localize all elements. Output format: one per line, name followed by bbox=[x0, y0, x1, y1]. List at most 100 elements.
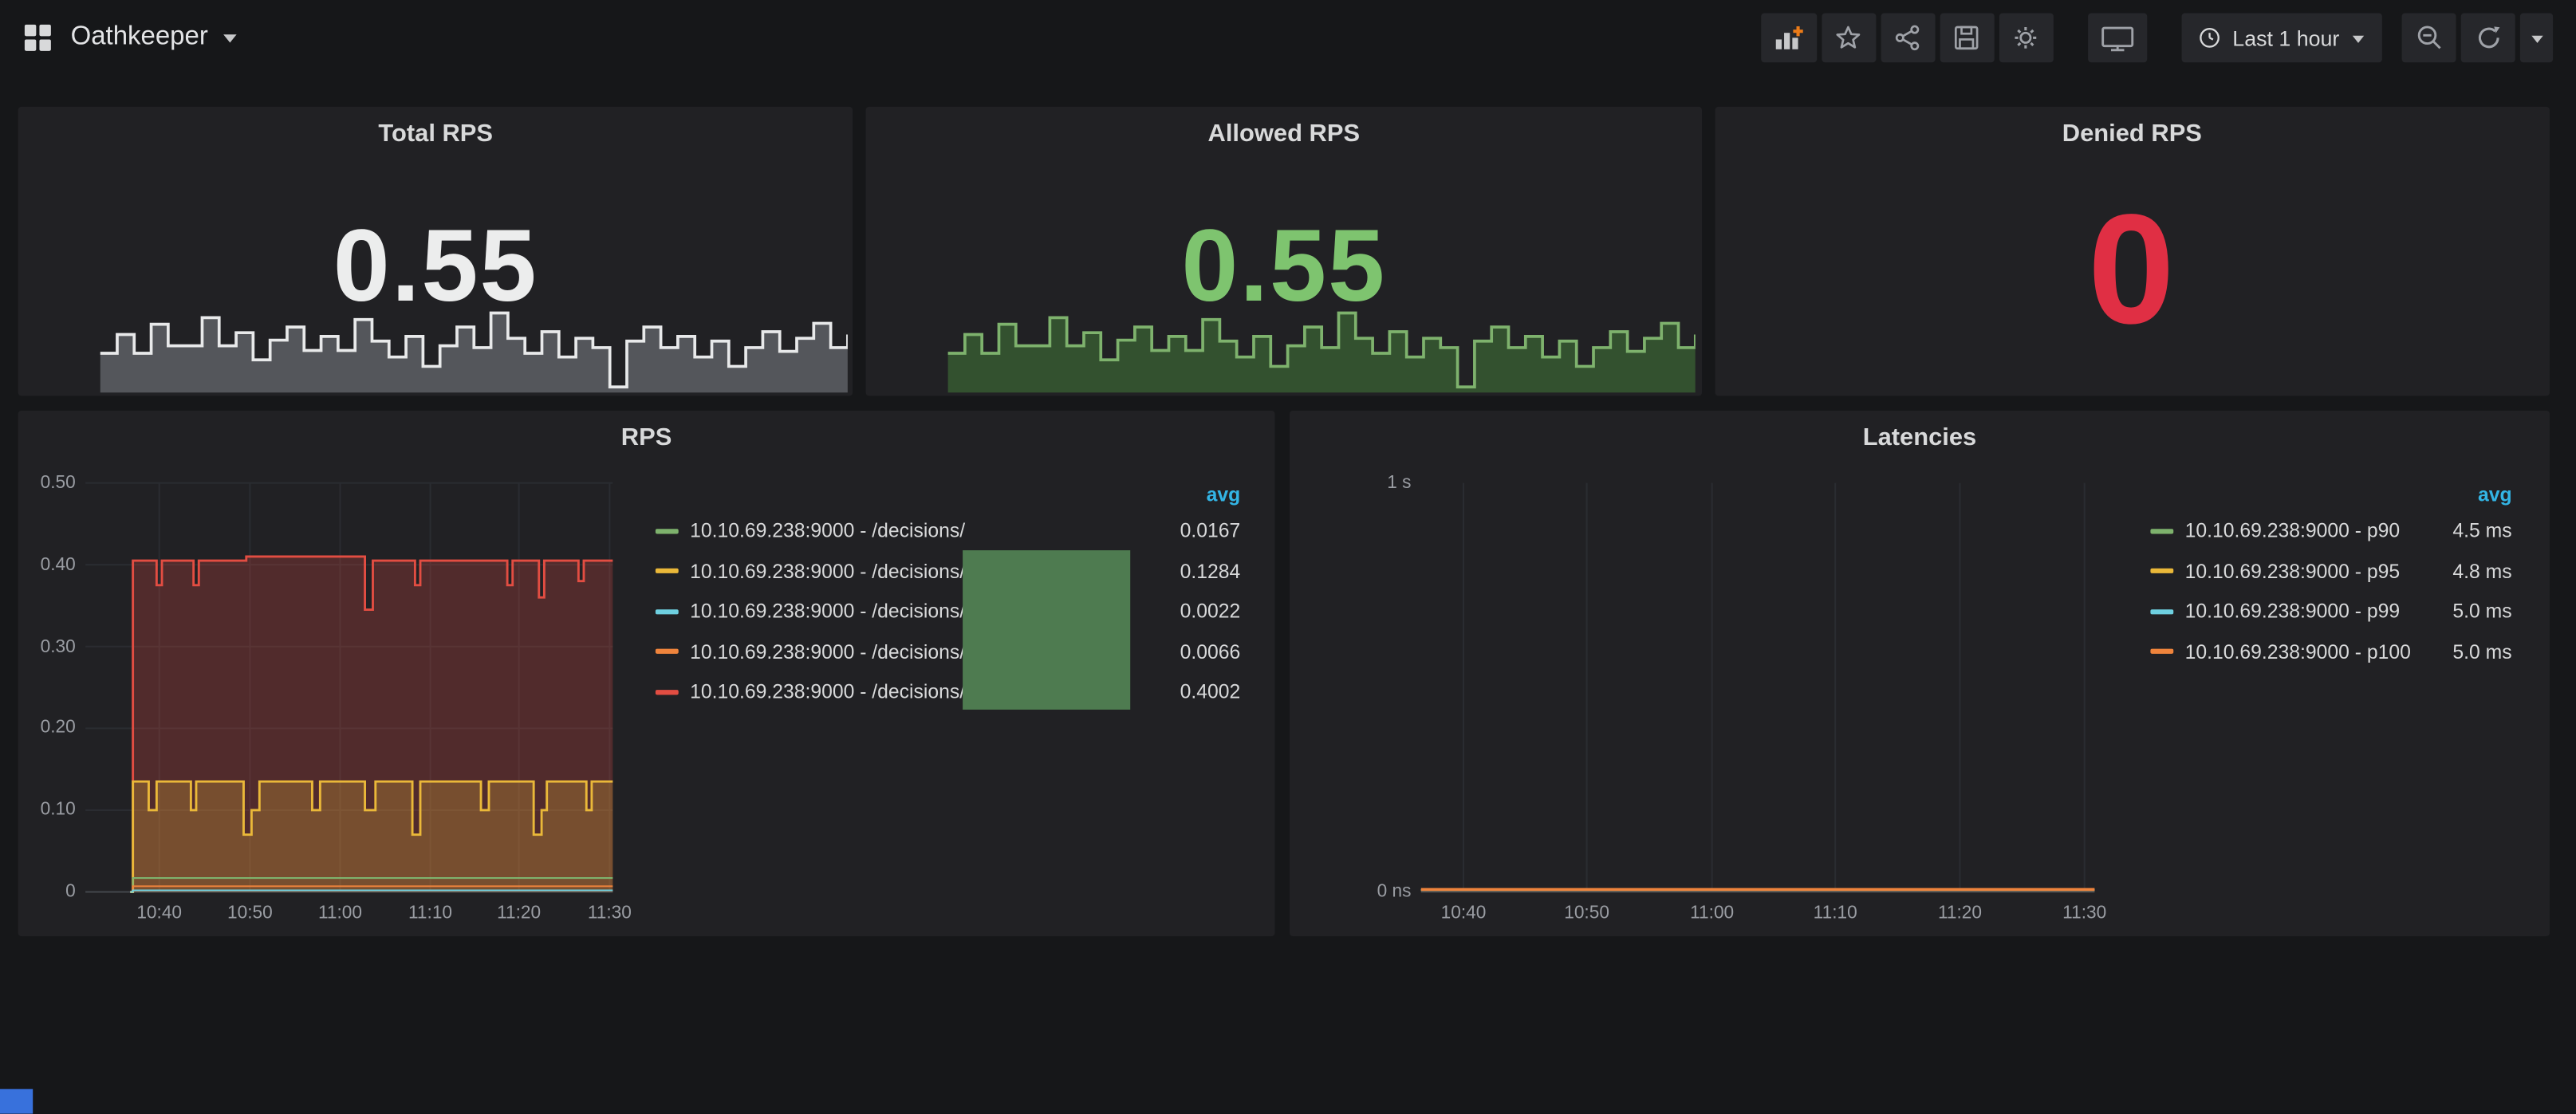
dashboard-title[interactable]: Oathkeeper bbox=[71, 23, 238, 53]
series-color-dash bbox=[656, 690, 679, 695]
legend-avg-value: 0.1284 bbox=[1180, 560, 1241, 583]
panel-title[interactable]: Latencies bbox=[1290, 411, 2550, 451]
x-axis-tick: 11:30 bbox=[573, 903, 646, 923]
series-color-dash bbox=[2150, 569, 2173, 573]
caret-down-icon bbox=[221, 31, 238, 44]
y-axis-tick: 0.50 bbox=[18, 473, 76, 493]
clock-icon bbox=[2198, 26, 2221, 49]
x-axis-tick: 11:30 bbox=[2048, 903, 2121, 923]
series-color-dash bbox=[2150, 609, 2173, 614]
sparkline-chart bbox=[100, 299, 849, 392]
panel-title[interactable]: Total RPS bbox=[18, 107, 853, 148]
legend-avg-value: 0.0167 bbox=[1180, 519, 1241, 542]
legend-avg-value: 0.0022 bbox=[1180, 600, 1241, 623]
y-axis-tick: 0.10 bbox=[18, 801, 76, 821]
legend-header-row: avg bbox=[2150, 476, 2511, 510]
bottom-left-blue-artifact bbox=[0, 1089, 33, 1114]
caret-down-icon bbox=[2529, 32, 2544, 43]
legend-avg-header[interactable]: avg bbox=[1207, 482, 1241, 506]
legend-row[interactable]: 10.10.69.238:9000 - p95 4.8 ms bbox=[2150, 551, 2511, 591]
series-color-dash bbox=[2150, 649, 2173, 654]
legend-avg-value: 5.0 ms bbox=[2452, 600, 2511, 623]
legend-row[interactable]: 10.10.69.238:9000 - p100 5.0 ms bbox=[2150, 632, 2511, 671]
latencies-time-series-plot[interactable]: 10:4010:5011:0011:1011:2011:301 s0 ns bbox=[1421, 483, 2095, 892]
y-axis-tick: 0 ns bbox=[1345, 882, 1411, 902]
nav-bar: Oathkeeper bbox=[0, 0, 2576, 76]
legend-series-label[interactable]: 10.10.69.238:9000 - p100 bbox=[2185, 640, 2411, 663]
legend-row[interactable]: 10.10.69.238:9000 - /decisions/0.4002 bbox=[656, 671, 1240, 711]
legend-avg-value: 4.8 ms bbox=[2452, 560, 2511, 583]
zoom-out-icon bbox=[2416, 25, 2442, 51]
legend-row[interactable]: 10.10.69.238:9000 - /decisions/0.0022 bbox=[656, 592, 1240, 632]
share-dashboard-button[interactable] bbox=[1881, 13, 1935, 62]
series-color-dash bbox=[656, 609, 679, 614]
add-panel-button[interactable] bbox=[1761, 13, 1817, 62]
legend-row[interactable]: 10.10.69.238:9000 - /decisions/0.0167 bbox=[656, 511, 1240, 551]
legend-series-label[interactable]: 10.10.69.238:9000 - p90 bbox=[2185, 519, 2400, 542]
rps-time-series-plot[interactable]: 10:4010:5011:0011:1011:2011:300.500.400.… bbox=[85, 483, 612, 892]
y-axis-tick: 0.30 bbox=[18, 636, 76, 656]
refresh-button[interactable] bbox=[2461, 13, 2515, 62]
x-axis-tick: 11:00 bbox=[304, 903, 376, 923]
star-icon bbox=[1836, 25, 1862, 51]
legend-avg-header[interactable]: avg bbox=[2478, 482, 2512, 506]
series-color-dash bbox=[656, 529, 679, 533]
add-panel-icon bbox=[1774, 25, 1804, 51]
refresh-interval-dropdown[interactable] bbox=[2520, 13, 2553, 62]
dashboard-settings-button[interactable] bbox=[1999, 13, 2054, 62]
star-dashboard-button[interactable] bbox=[1822, 13, 1876, 62]
grafana-dashboard: Oathkeeper bbox=[0, 0, 2576, 1114]
legend-avg-value: 0.0066 bbox=[1180, 640, 1241, 663]
panel-allowed-rps: Allowed RPS 0.55 bbox=[866, 107, 1701, 396]
legend-series-label[interactable]: 10.10.69.238:9000 - /decisions/ bbox=[690, 680, 965, 703]
stat-panels-row: Total RPS 0.55 Allowed RPS 0.55 Denied R… bbox=[18, 107, 2550, 396]
rps-legend: avg 10.10.69.238:9000 - /decisions/0.016… bbox=[656, 476, 1240, 712]
legend-series-label[interactable]: 10.10.69.238:9000 - /decisions/ bbox=[690, 519, 965, 542]
legend-avg-value: 5.0 ms bbox=[2452, 640, 2511, 663]
panel-rps: RPS 10:4010:5011:0011:1011:2011:300.500.… bbox=[18, 411, 1275, 936]
series-color-dash bbox=[656, 569, 679, 573]
panel-title[interactable]: Denied RPS bbox=[1715, 107, 2550, 148]
latencies-legend: avg 10.10.69.238:9000 - p904.5 ms10.10.6… bbox=[2150, 476, 2511, 671]
y-axis-tick: 0 bbox=[18, 882, 76, 902]
x-axis-tick: 11:20 bbox=[1924, 903, 1996, 923]
tv-mode-icon bbox=[2101, 24, 2134, 52]
nav-actions: Last 1 hour bbox=[1756, 13, 2553, 62]
time-range-label: Last 1 hour bbox=[2232, 26, 2339, 50]
x-axis-tick: 10:40 bbox=[1428, 903, 1500, 923]
legend-row[interactable]: 10.10.69.238:9000 - /decisions/0.0066 bbox=[656, 632, 1240, 671]
x-axis-tick: 10:50 bbox=[1550, 903, 1623, 923]
legend-row[interactable]: 10.10.69.238:9000 - p90 4.5 ms bbox=[2150, 511, 2511, 551]
x-axis-tick: 10:40 bbox=[123, 903, 195, 923]
legend-row[interactable]: 10.10.69.238:9000 - /decisions/0.1284 bbox=[656, 551, 1240, 591]
green-highlight-overlay bbox=[963, 550, 1130, 710]
legend-series-label[interactable]: 10.10.69.238:9000 - p95 bbox=[2185, 560, 2400, 583]
apps-grid-icon[interactable] bbox=[23, 23, 53, 53]
zoom-out-time-button[interactable] bbox=[2402, 13, 2456, 62]
dashboard-picker[interactable]: Oathkeeper bbox=[23, 23, 238, 53]
save-dashboard-button[interactable] bbox=[1940, 13, 1995, 62]
y-axis-tick: 0.20 bbox=[18, 718, 76, 738]
tv-mode-button[interactable] bbox=[2088, 13, 2147, 62]
legend-series-label[interactable]: 10.10.69.238:9000 - p99 bbox=[2185, 600, 2400, 623]
legend-rows: 10.10.69.238:9000 - p904.5 ms10.10.69.23… bbox=[2150, 511, 2511, 672]
caret-down-icon bbox=[2351, 32, 2366, 43]
share-icon bbox=[1895, 25, 1921, 51]
y-axis-tick: 1 s bbox=[1345, 473, 1411, 493]
x-axis-tick: 11:10 bbox=[394, 903, 467, 923]
legend-series-label[interactable]: 10.10.69.238:9000 - /decisions/ bbox=[690, 560, 965, 583]
panel-total-rps: Total RPS 0.55 bbox=[18, 107, 853, 396]
legend-avg-value: 4.5 ms bbox=[2452, 519, 2511, 542]
legend-rows: 10.10.69.238:9000 - /decisions/0.016710.… bbox=[656, 511, 1240, 712]
panel-title[interactable]: RPS bbox=[18, 411, 1275, 451]
dashboard-title-text: Oathkeeper bbox=[71, 23, 208, 53]
legend-avg-value: 0.4002 bbox=[1180, 680, 1241, 703]
legend-series-label[interactable]: 10.10.69.238:9000 - /decisions/ bbox=[690, 640, 965, 663]
legend-row[interactable]: 10.10.69.238:9000 - p99 5.0 ms bbox=[2150, 592, 2511, 632]
stat-value: 0 bbox=[1715, 193, 2550, 349]
legend-series-label[interactable]: 10.10.69.238:9000 - /decisions/ bbox=[690, 600, 965, 623]
x-axis-tick: 10:50 bbox=[214, 903, 286, 923]
settings-gear-icon bbox=[2013, 25, 2039, 51]
time-range-picker[interactable]: Last 1 hour bbox=[2181, 13, 2381, 62]
panel-title[interactable]: Allowed RPS bbox=[866, 107, 1701, 148]
